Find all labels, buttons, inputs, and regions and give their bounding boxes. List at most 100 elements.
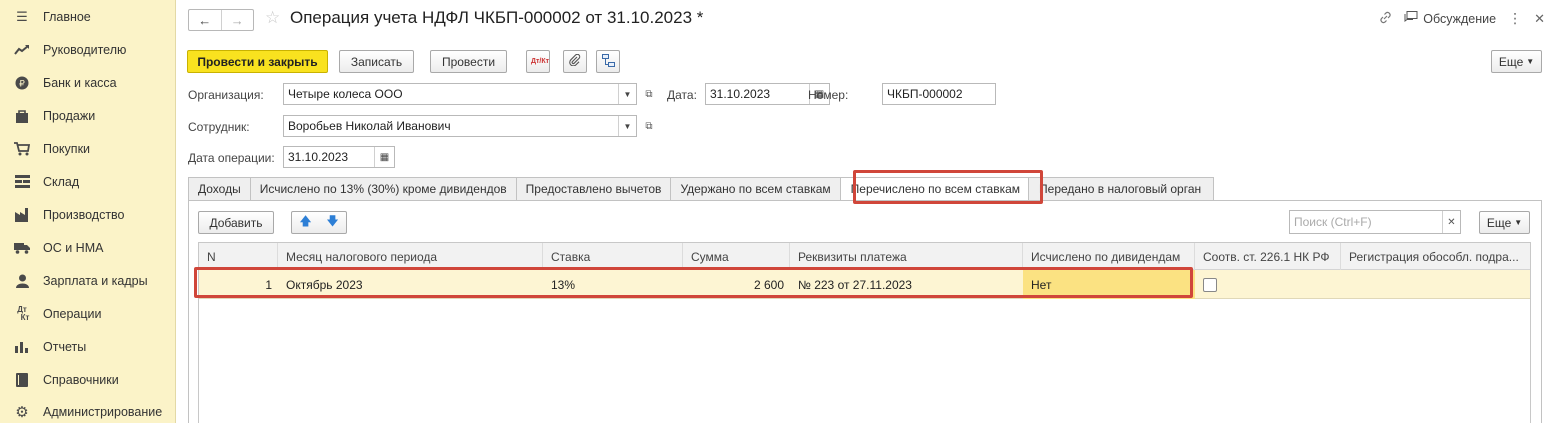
sidebar-item-sales[interactable]: Продажи xyxy=(0,99,176,132)
sidebar-item-label: Склад xyxy=(43,174,80,189)
arrow-down-icon[interactable]: 🡇 xyxy=(319,212,346,233)
tab-income[interactable]: Доходы xyxy=(188,177,250,201)
factory-icon xyxy=(13,207,31,223)
sidebar-item-salary[interactable]: Зарплата и кадры xyxy=(0,264,176,297)
post-button[interactable]: Провести xyxy=(430,50,507,73)
date-label: Дата: xyxy=(667,88,697,102)
cell-payment[interactable]: № 223 от 27.11.2023 xyxy=(790,270,1023,299)
cell-month[interactable]: Октябрь 2023 xyxy=(278,270,543,299)
sidebar-item-label: Администрирование xyxy=(43,404,163,419)
back-arrow-icon[interactable]: ← xyxy=(189,10,221,30)
book-icon xyxy=(13,372,31,388)
search-input[interactable]: Поиск (Ctrl+F) ✕ xyxy=(1289,210,1461,234)
paperclip-icon xyxy=(569,53,581,69)
column-sum[interactable]: Сумма xyxy=(683,243,790,270)
sidebar-item-label: Покупки xyxy=(43,141,91,156)
sidebar-item-references[interactable]: Справочники xyxy=(0,363,176,396)
link-icon[interactable] xyxy=(1379,11,1392,27)
tab-transferred[interactable]: Перечислено по всем ставкам xyxy=(839,177,1029,201)
chevron-down-icon: ▼ xyxy=(1514,218,1523,227)
art2261-checkbox[interactable] xyxy=(1203,277,1217,292)
close-icon[interactable]: ✕ xyxy=(1534,11,1545,27)
dt-kt-button[interactable]: Дт/Кт xyxy=(526,50,550,73)
gear-icon: ⚙ xyxy=(15,403,29,421)
open-external-icon[interactable]: ⧉ xyxy=(640,83,658,105)
cell-rate[interactable]: 13% xyxy=(543,270,683,299)
sidebar-item-bank[interactable]: ₽ Банк и касса xyxy=(0,66,176,99)
save-button[interactable]: Записать xyxy=(339,50,414,73)
favorite-star-icon[interactable]: ☆ xyxy=(265,8,280,28)
open-external-icon[interactable]: ⧉ xyxy=(640,115,658,137)
sidebar-item-label: ОС и НМА xyxy=(43,240,104,255)
cell-dividends[interactable]: Нет xyxy=(1023,270,1195,299)
dt-kt-icon: Дт Кт xyxy=(17,304,30,322)
tab-calculated-13[interactable]: Исчислено по 13% (30%) кроме дивидендов xyxy=(249,177,516,201)
employee-field[interactable]: Воробьев Николай Иванович ▼ xyxy=(283,115,637,137)
sidebar-item-label: Зарплата и кадры xyxy=(43,273,148,288)
arrow-up-icon[interactable]: 🡅 xyxy=(292,212,319,233)
sidebar: ☰ Главное Руководителю ₽ Банк и касса Пр… xyxy=(0,0,176,423)
column-art2261[interactable]: Соотв. ст. 226.1 НК РФ xyxy=(1195,243,1341,270)
payments-table: N Месяц налогового периода Ставка Сумма … xyxy=(198,242,1531,423)
cell-n[interactable]: 1 xyxy=(199,270,278,299)
calendar-icon[interactable]: ▦ xyxy=(374,147,394,167)
post-and-close-button[interactable]: Провести и закрыть xyxy=(187,50,328,73)
tab-withheld[interactable]: Удержано по всем ставкам xyxy=(670,177,840,201)
column-n[interactable]: N xyxy=(199,243,278,270)
tab-deductions[interactable]: Предоставлено вычетов xyxy=(515,177,671,201)
forward-arrow-icon[interactable]: → xyxy=(220,10,254,30)
structure-button[interactable] xyxy=(596,50,620,73)
sidebar-item-warehouse[interactable]: Склад xyxy=(0,165,176,198)
person-icon xyxy=(13,273,31,289)
operation-date-label: Дата операции: xyxy=(188,151,275,165)
chevron-down-icon[interactable]: ▼ xyxy=(618,116,636,136)
page-title: Операция учета НДФЛ ЧКБП-000002 от 31.10… xyxy=(290,8,704,27)
sidebar-item-label: Отчеты xyxy=(43,339,87,354)
sidebar-item-label: Главное xyxy=(43,9,91,24)
column-rate[interactable]: Ставка xyxy=(543,243,683,270)
window-actions: Обсуждение ⋮ ✕ xyxy=(1379,10,1545,27)
table-more-button[interactable]: Еще ▼ xyxy=(1479,211,1530,234)
sidebar-item-label: Продажи xyxy=(43,108,96,123)
sidebar-item-manager[interactable]: Руководителю xyxy=(0,33,176,66)
svg-text:₽: ₽ xyxy=(19,79,25,89)
menu-icon: ☰ xyxy=(16,8,28,24)
sidebar-item-label: Справочники xyxy=(43,372,119,387)
organization-label: Организация: xyxy=(188,88,264,102)
sidebar-item-operations[interactable]: Дт Кт Операции xyxy=(0,297,176,330)
sidebar-item-purchases[interactable]: Покупки xyxy=(0,132,176,165)
sidebar-item-main[interactable]: ☰ Главное xyxy=(0,0,176,33)
bag-icon xyxy=(13,108,31,124)
column-dividends[interactable]: Исчислено по дивидендам xyxy=(1023,243,1195,270)
organization-field[interactable]: Четыре колеса ООО ▼ xyxy=(283,83,637,105)
sidebar-item-reports[interactable]: Отчеты xyxy=(0,330,176,363)
add-button[interactable]: Добавить xyxy=(198,211,274,234)
tab-sent-to-tax[interactable]: Передано в налоговый орган xyxy=(1028,177,1215,201)
sidebar-item-admin[interactable]: ⚙ Администрирование xyxy=(0,395,176,423)
clear-icon[interactable]: ✕ xyxy=(1442,211,1460,233)
sidebar-item-label: Производство xyxy=(43,207,125,222)
sidebar-item-label: Руководителю xyxy=(43,42,127,57)
more-vert-icon[interactable]: ⋮ xyxy=(1508,10,1522,27)
chevron-down-icon[interactable]: ▼ xyxy=(618,84,636,104)
move-buttons: 🡅 🡇 xyxy=(291,211,347,234)
column-month[interactable]: Месяц налогового периода xyxy=(278,243,543,270)
cart-icon xyxy=(13,141,31,157)
operation-date-field[interactable]: 31.10.2023 ▦ xyxy=(283,146,395,168)
attach-button[interactable] xyxy=(563,50,587,73)
table-row[interactable]: 1 Октябрь 2023 13% 2 600 № 223 от 27.11.… xyxy=(199,270,1530,299)
discussion-button[interactable]: Обсуждение xyxy=(1404,11,1496,26)
trend-icon xyxy=(13,42,31,58)
sidebar-item-production[interactable]: Производство xyxy=(0,198,176,231)
cell-registration[interactable] xyxy=(1341,270,1531,299)
tab-bar: Доходы Исчислено по 13% (30%) кроме диви… xyxy=(188,177,1215,201)
history-nav: ← → xyxy=(188,9,254,31)
column-payment[interactable]: Реквизиты платежа xyxy=(790,243,1023,270)
number-field[interactable]: ЧКБП-000002 xyxy=(882,83,996,105)
chevron-down-icon: ▼ xyxy=(1526,57,1535,66)
cell-art2261[interactable] xyxy=(1195,270,1341,299)
sidebar-item-assets[interactable]: ОС и НМА xyxy=(0,231,176,264)
more-button[interactable]: Еще ▼ xyxy=(1491,50,1542,73)
cell-sum[interactable]: 2 600 xyxy=(683,270,790,299)
column-registration[interactable]: Регистрация обособл. подра... xyxy=(1341,243,1531,270)
